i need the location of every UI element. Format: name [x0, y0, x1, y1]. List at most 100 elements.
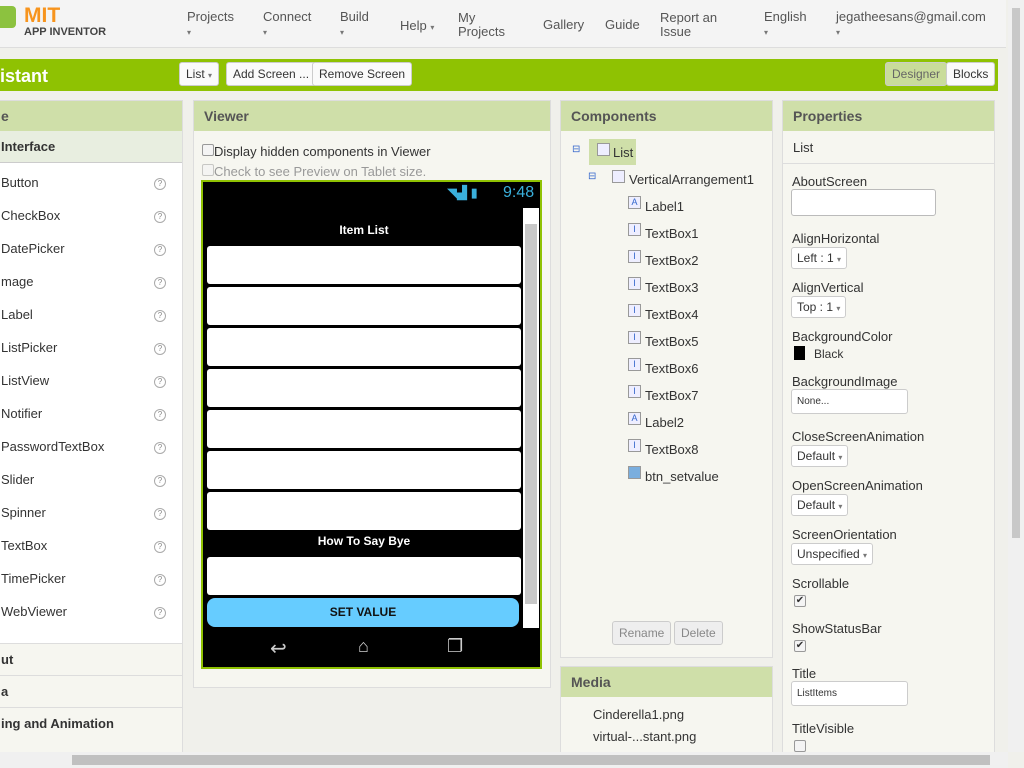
nav-projects[interactable]: Projects ▾ [187, 10, 234, 40]
tree-item[interactable]: TextBox6 [645, 361, 698, 376]
color-swatch[interactable] [794, 346, 805, 360]
textbox-preview[interactable] [207, 246, 521, 284]
show-status-bar-checkbox[interactable]: ✔ [794, 640, 806, 652]
nav-build[interactable]: Build ▾ [340, 10, 369, 40]
textbox-preview[interactable] [207, 369, 521, 407]
palette-item[interactable]: WebViewer? [0, 604, 179, 624]
palette-item[interactable]: Notifier? [0, 406, 179, 426]
palette-item[interactable]: ListView? [0, 373, 179, 393]
palette-item[interactable]: mage? [0, 274, 179, 294]
tree-item[interactable]: Label1 [645, 199, 684, 214]
delete-button[interactable]: Delete [674, 621, 723, 645]
add-screen-button[interactable]: Add Screen ... [226, 62, 317, 86]
tree-item[interactable]: TextBox8 [645, 442, 698, 457]
nav-language[interactable]: English ▾ [764, 10, 807, 40]
horizontal-scrollbar[interactable] [0, 752, 1008, 768]
help-icon[interactable]: ? [154, 244, 166, 256]
palette-item-label: Notifier [1, 406, 43, 421]
close-animation-select[interactable]: Default ▾ [791, 445, 849, 467]
tree-item[interactable]: TextBox4 [645, 307, 698, 322]
textbox-preview[interactable] [207, 328, 521, 366]
home-icon[interactable]: ⌂ [358, 636, 369, 657]
bg-image-picker[interactable]: None... [791, 389, 908, 414]
textbox-preview[interactable] [207, 287, 521, 325]
caret-down-icon: ▾ [430, 23, 435, 32]
help-icon[interactable]: ? [154, 277, 166, 289]
palette-item[interactable]: CheckBox? [0, 208, 179, 228]
textbox-preview[interactable] [207, 492, 521, 530]
media-file[interactable]: Cinderella1.png [593, 707, 684, 722]
prop-label: OpenScreenAnimation [792, 478, 923, 493]
tree-item[interactable]: TextBox7 [645, 388, 698, 403]
tree-item-verticalarrangement1[interactable]: VerticalArrangement1 [629, 172, 754, 187]
textbox-preview[interactable] [207, 410, 521, 448]
phone-scrollbar[interactable] [523, 208, 539, 628]
palette-item[interactable]: Slider? [0, 472, 179, 492]
nav-account[interactable]: jegatheesans@gmail.com ▾ [836, 10, 986, 40]
help-icon[interactable]: ? [154, 442, 166, 454]
palette-item[interactable]: DatePicker? [0, 241, 179, 261]
media-file[interactable]: virtual-...stant.png [593, 729, 696, 744]
tree-item[interactable]: btn_setvalue [645, 469, 719, 484]
label-icon: A [628, 412, 641, 425]
nav-my-projects[interactable]: My Projects [458, 11, 518, 39]
help-icon[interactable]: ? [154, 409, 166, 421]
about-screen-textarea[interactable] [791, 189, 936, 216]
align-vertical-select[interactable]: Top : 1 ▾ [791, 296, 847, 318]
vertical-scrollbar[interactable] [1008, 0, 1024, 752]
tree-item[interactable]: TextBox1 [645, 226, 698, 241]
palette-item[interactable]: PasswordTextBox? [0, 439, 179, 459]
display-hidden-checkbox[interactable] [202, 144, 214, 156]
title-input[interactable]: ListItems [791, 681, 908, 706]
bg-color-value[interactable]: Black [814, 347, 843, 361]
designer-button[interactable]: Designer [885, 62, 948, 86]
help-icon[interactable]: ? [154, 607, 166, 619]
palette-item[interactable]: Button? [0, 175, 179, 195]
help-icon[interactable]: ? [154, 475, 166, 487]
screen-orientation-select[interactable]: Unspecified ▾ [791, 543, 874, 565]
help-icon[interactable]: ? [154, 310, 166, 322]
tree-item[interactable]: Label2 [645, 415, 684, 430]
help-icon[interactable]: ? [154, 178, 166, 190]
set-value-button[interactable]: SET VALUE [207, 598, 519, 627]
back-icon[interactable]: ↩ [270, 636, 287, 661]
palette-section[interactable]: ing and Animation [0, 707, 182, 739]
nav-guide[interactable]: Guide [605, 18, 640, 32]
tablet-preview-checkbox[interactable] [202, 164, 214, 176]
nav-gallery[interactable]: Gallery [543, 18, 584, 32]
textbox-preview[interactable] [207, 451, 521, 489]
tree-item[interactable]: TextBox5 [645, 334, 698, 349]
tablet-preview-label: Check to see Preview on Tablet size. [214, 164, 427, 179]
palette-item[interactable]: TimePicker? [0, 571, 179, 591]
palette-item[interactable]: TextBox? [0, 538, 179, 558]
title-visible-checkbox[interactable] [794, 740, 806, 752]
screen-select[interactable]: List ▾ [179, 62, 220, 86]
collapse-icon[interactable]: ⊟ [588, 171, 596, 182]
textbox8-preview[interactable] [207, 557, 521, 595]
nav-help[interactable]: Help ▾ [400, 19, 434, 35]
collapse-icon[interactable]: ⊟ [572, 144, 580, 155]
palette-section-interface[interactable]: Interface [0, 131, 182, 163]
recent-apps-icon[interactable]: ❐ [447, 636, 463, 657]
palette-section[interactable]: ut [0, 643, 182, 675]
palette-section[interactable]: a [0, 675, 182, 707]
tree-item[interactable]: TextBox3 [645, 280, 698, 295]
palette-item[interactable]: ListPicker? [0, 340, 179, 360]
palette-item[interactable]: Spinner? [0, 505, 179, 525]
scrollable-checkbox[interactable]: ✔ [794, 595, 806, 607]
nav-report-issue[interactable]: Report an Issue [660, 11, 730, 39]
tree-item[interactable]: TextBox2 [645, 253, 698, 268]
help-icon[interactable]: ? [154, 211, 166, 223]
rename-button[interactable]: Rename [612, 621, 672, 645]
align-horizontal-select[interactable]: Left : 1 ▾ [791, 247, 848, 269]
palette-item[interactable]: Label? [0, 307, 179, 327]
open-animation-select[interactable]: Default ▾ [791, 494, 849, 516]
help-icon[interactable]: ? [154, 574, 166, 586]
blocks-button[interactable]: Blocks [946, 62, 996, 86]
help-icon[interactable]: ? [154, 376, 166, 388]
help-icon[interactable]: ? [154, 541, 166, 553]
remove-screen-button[interactable]: Remove Screen [312, 62, 413, 86]
help-icon[interactable]: ? [154, 508, 166, 520]
help-icon[interactable]: ? [154, 343, 166, 355]
nav-connect[interactable]: Connect ▾ [263, 10, 311, 40]
